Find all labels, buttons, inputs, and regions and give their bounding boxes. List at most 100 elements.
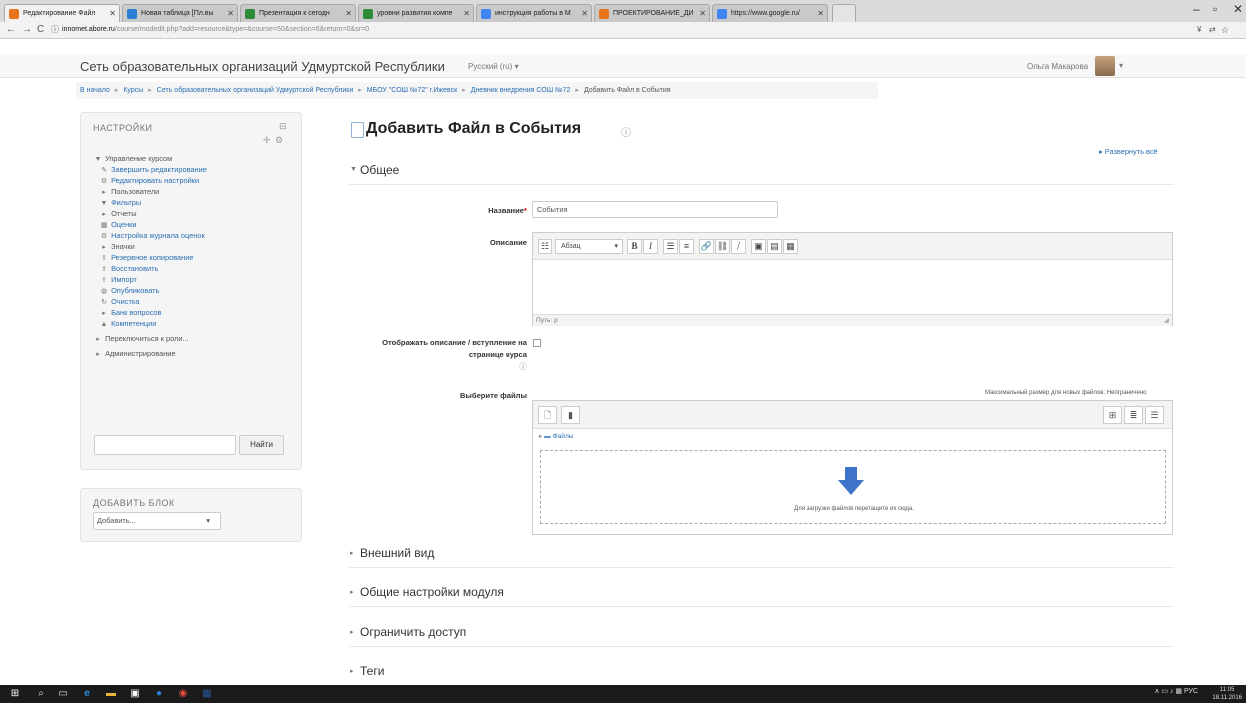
bullet-list-button[interactable]: ☰: [663, 239, 678, 254]
breadcrumb-item[interactable]: Сеть образовательных организаций Удмуртс…: [157, 87, 353, 94]
explorer-icon[interactable]: ▬: [104, 687, 118, 701]
gear-menu-icon[interactable]: ⚙: [275, 135, 283, 146]
tab-1[interactable]: Новая таблица [Пл.вы ✕: [122, 4, 238, 22]
settings-item[interactable]: ⇪ Восстановить: [93, 263, 298, 274]
word-icon[interactable]: ▦: [200, 687, 214, 701]
dock-icon[interactable]: ⊟: [279, 121, 287, 132]
link-button[interactable]: 🔗: [699, 239, 714, 254]
help-icon[interactable]: ⓘ: [621, 124, 631, 139]
settings-item[interactable]: ▲ Компетенции: [93, 318, 298, 329]
icon-view-icon[interactable]: ⊞: [1103, 406, 1122, 424]
forward-icon[interactable]: →: [22, 22, 32, 38]
tab-4[interactable]: инструкция работы в М ✕: [476, 4, 592, 22]
section-collapsed[interactable]: ▸ Внешний вид: [349, 546, 1174, 568]
settings-item[interactable]: ⚙ Настройка журнала оценок: [93, 230, 298, 241]
settings-item[interactable]: ◍ Опубликовать: [93, 285, 298, 296]
settings-item[interactable]: ▦ Оценки: [93, 219, 298, 230]
reload-icon[interactable]: C: [37, 22, 44, 38]
show-description-checkbox[interactable]: [533, 339, 541, 347]
settings-item[interactable]: ▸ Значки: [93, 241, 298, 252]
close-tab-icon[interactable]: ✕: [227, 5, 234, 22]
list-view-icon[interactable]: ≣: [1124, 406, 1143, 424]
translate-icon[interactable]: ⇄: [1209, 22, 1216, 38]
ie-icon[interactable]: ●: [152, 687, 166, 701]
file-button[interactable]: ▦: [783, 239, 798, 254]
settings-item[interactable]: ▸ Администрирование: [93, 348, 298, 359]
extension-icon[interactable]: ¥: [1197, 22, 1201, 38]
system-tray[interactable]: ∧ ▭ ♪ ▦ РУС: [1154, 687, 1198, 695]
close-tab-icon[interactable]: ✕: [463, 5, 470, 22]
tree-view-icon[interactable]: ☰: [1145, 406, 1164, 424]
maximize-button[interactable]: ▫: [1213, 2, 1217, 16]
toolbar-toggle-button[interactable]: ☷: [538, 239, 552, 254]
close-tab-icon[interactable]: ✕: [699, 5, 706, 22]
paragraph-format-select[interactable]: Абзац ▾: [555, 239, 623, 254]
user-menu-caret[interactable]: ▾: [1119, 61, 1123, 70]
task-view-icon[interactable]: ▭: [56, 687, 70, 701]
create-folder-icon[interactable]: ▮: [561, 406, 580, 424]
edge-icon[interactable]: e: [80, 687, 94, 701]
minimize-button[interactable]: –: [1193, 2, 1200, 16]
chrome-icon[interactable]: ◉: [176, 687, 190, 701]
settings-item[interactable]: ▼ Управление курсом: [93, 153, 298, 164]
new-tab-button[interactable]: [832, 4, 856, 22]
close-tab-icon[interactable]: ✕: [345, 5, 352, 22]
italic-button[interactable]: I: [643, 239, 658, 254]
unlink-button[interactable]: ⛓: [715, 239, 730, 254]
breadcrumb-item[interactable]: Курсы: [123, 87, 143, 94]
close-tab-icon[interactable]: ✕: [109, 5, 116, 22]
media-button[interactable]: ▤: [767, 239, 782, 254]
drop-zone[interactable]: Для загрузки файлов перетащите их сюда.: [540, 450, 1166, 524]
close-tab-icon[interactable]: ✕: [581, 5, 588, 22]
windows-start-icon[interactable]: ⊞: [8, 687, 22, 701]
user-name[interactable]: Ольга Макарова: [1027, 62, 1088, 71]
bookmark-star-icon[interactable]: ☆: [1221, 22, 1229, 38]
search-icon[interactable]: ⌕: [34, 687, 48, 701]
folder-path[interactable]: ▸ ▬ Файлы: [539, 432, 574, 440]
settings-item[interactable]: ↻ Очистка: [93, 296, 298, 307]
description-textarea[interactable]: [533, 260, 1172, 315]
settings-item[interactable]: ✎ Завершить редактирование: [93, 164, 298, 175]
settings-item[interactable]: ⇪ Импорт: [93, 274, 298, 285]
section-collapsed[interactable]: ▸ Общие настройки модуля: [349, 585, 1174, 607]
add-file-icon[interactable]: 🗋: [538, 406, 557, 424]
section-collapsed[interactable]: ▸ Ограничить доступ: [349, 625, 1174, 647]
move-icon[interactable]: ✛: [263, 135, 271, 146]
url-field[interactable]: innomet.abore.ru/course/modedit.php?add=…: [62, 23, 369, 37]
search-button[interactable]: Найти: [239, 435, 284, 455]
expand-all-link[interactable]: ▸ Развернуть всё: [1099, 147, 1158, 156]
numbered-list-button[interactable]: ≡: [679, 239, 694, 254]
bold-button[interactable]: B: [627, 239, 642, 254]
close-tab-icon[interactable]: ✕: [817, 5, 824, 22]
settings-item[interactable]: ▼ Фильтры: [93, 197, 298, 208]
tab-0[interactable]: Редактирование Файл ✕: [4, 4, 120, 22]
settings-item[interactable]: ⚙ Редактировать настройки: [93, 175, 298, 186]
resize-handle-icon[interactable]: ◢: [1164, 315, 1169, 326]
help-icon[interactable]: ⓘ: [519, 362, 527, 371]
settings-item[interactable]: ▸ Переключиться к роли...: [93, 333, 298, 344]
breadcrumb-item[interactable]: МБОУ "СОШ №72" г.Ижевск: [367, 87, 457, 94]
tab-3[interactable]: уровни развития компе ✕: [358, 4, 474, 22]
store-icon[interactable]: ▣: [128, 687, 142, 701]
section-general[interactable]: ▼ Общее: [349, 163, 1174, 185]
back-icon[interactable]: ←: [6, 22, 16, 38]
image-button[interactable]: ▣: [751, 239, 766, 254]
section-collapsed[interactable]: ▸ Теги: [349, 664, 1174, 686]
close-window-button[interactable]: ✕: [1233, 2, 1243, 16]
settings-item[interactable]: ▸ Банк вопросов: [93, 307, 298, 318]
settings-item[interactable]: ▸ Пользователи: [93, 186, 298, 197]
tab-5[interactable]: ПРОЕКТИРОВАНИЕ_ДИ ✕: [594, 4, 710, 22]
info-icon[interactable]: ⓘ: [51, 22, 59, 38]
site-name[interactable]: Сеть образовательных организаций Удмуртс…: [80, 59, 445, 74]
tab-2[interactable]: Презентация к сегодн ✕: [240, 4, 356, 22]
name-input[interactable]: События: [532, 201, 778, 218]
breadcrumb-item[interactable]: Дневник внедрения СОШ №72: [471, 87, 571, 94]
add-block-select[interactable]: Добавить... ▾: [93, 512, 221, 530]
avatar[interactable]: [1095, 56, 1115, 76]
settings-item[interactable]: ⇪ Резервное копирование: [93, 252, 298, 263]
settings-item[interactable]: ▸ Отчеты: [93, 208, 298, 219]
breadcrumb-item[interactable]: В начало: [80, 87, 110, 94]
strike-button[interactable]: ⧸: [731, 239, 746, 254]
settings-search-input[interactable]: [94, 435, 236, 455]
tab-6[interactable]: https://www.google.ru/ ✕: [712, 4, 828, 22]
